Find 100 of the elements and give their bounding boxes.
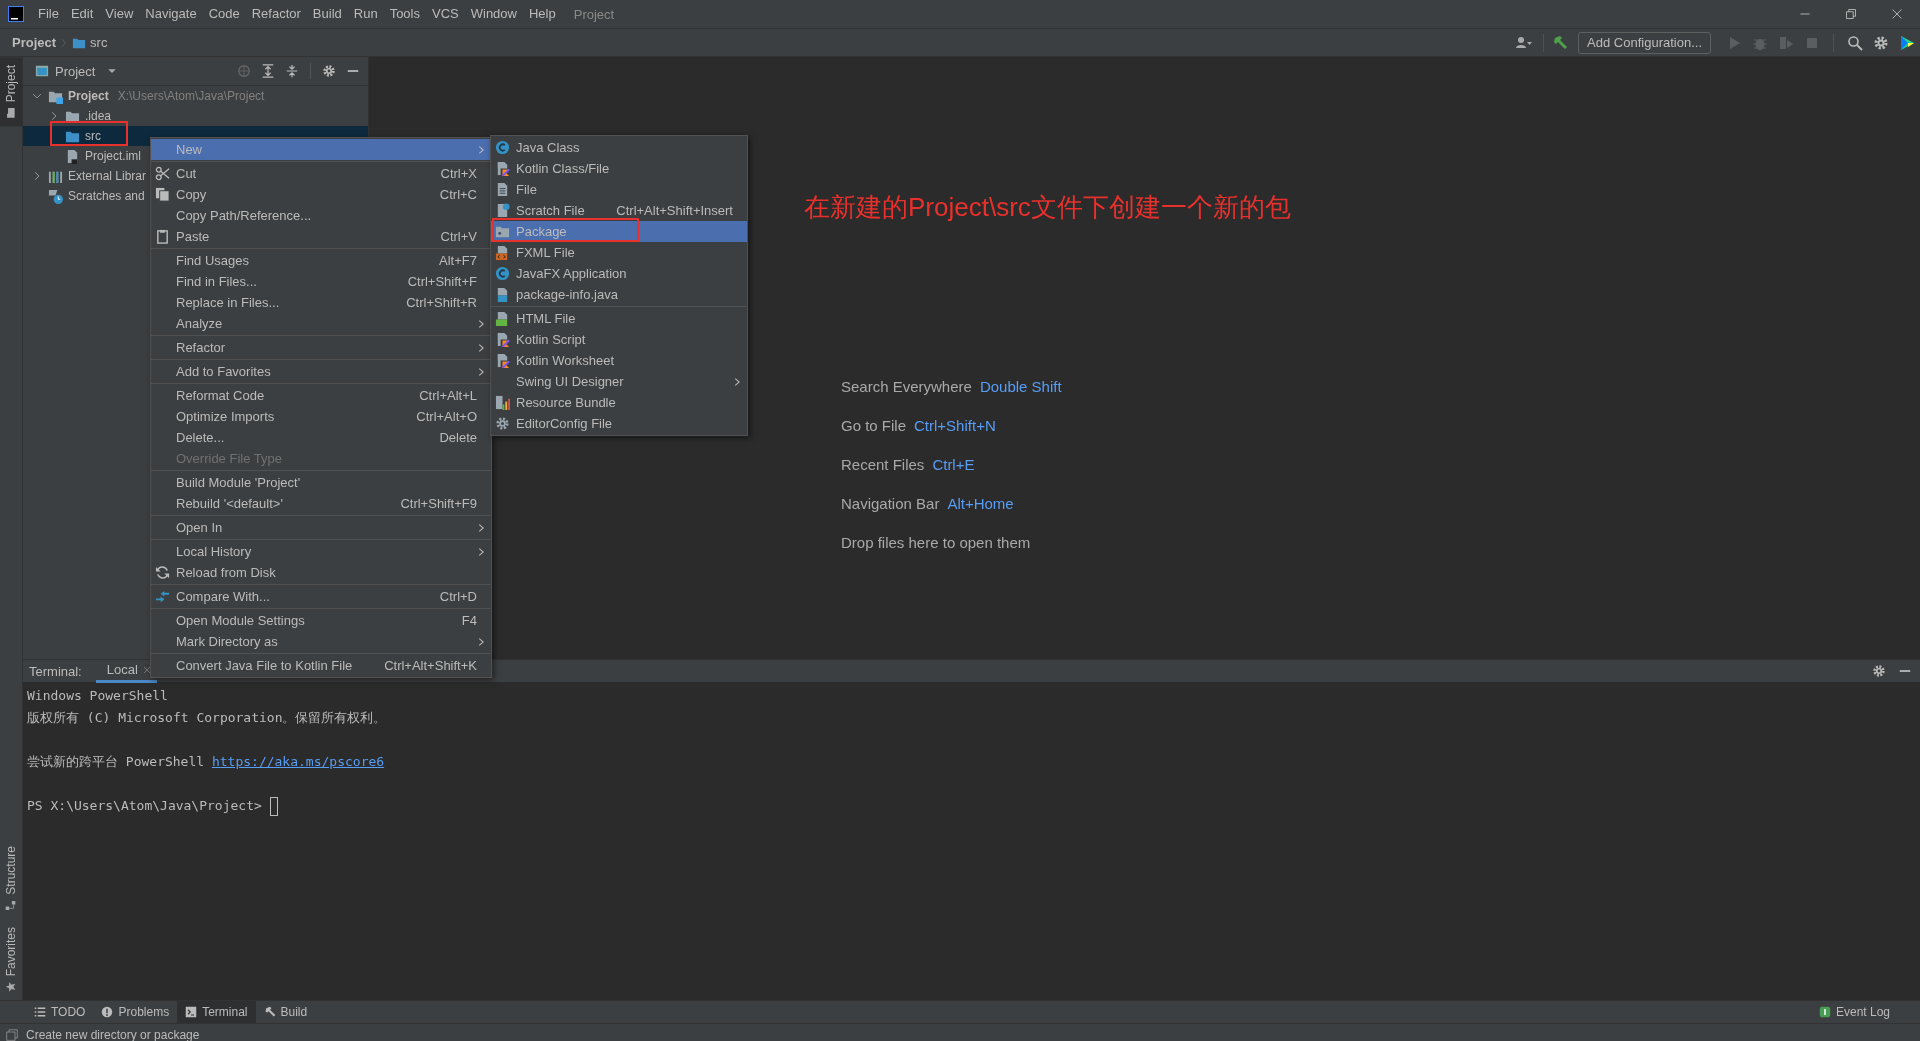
menu-bar-item[interactable]: Window [464,4,523,24]
menu-item[interactable]: Analyze [151,313,491,334]
hint-label: Search Everywhere [841,377,972,397]
hint-label: Recent Files [841,455,925,475]
menu-bar-item[interactable]: Refactor [245,4,307,24]
tool-window-toggle-icon[interactable] [6,1028,18,1041]
tree-item[interactable]: Scratches and [68,189,145,203]
annotation-text: 在新建的Project\src文件下创建一个新的包 [804,191,1291,224]
menu-bar-item[interactable]: Code [202,4,246,24]
collapse-all-icon[interactable] [285,64,299,78]
tree-item[interactable]: src [85,129,101,143]
panel-title-dropdown[interactable]: Project [35,63,118,79]
menu-item[interactable]: Build Module 'Project' [151,472,491,493]
compare-icon [155,589,170,604]
copy-icon [155,187,170,202]
menu-item[interactable]: Kotlin Worksheet [491,350,747,371]
menu-bar-item[interactable]: Build [306,4,348,24]
menu-item[interactable]: HTML File [491,308,747,329]
menu-bar-item[interactable]: File [32,4,65,24]
link[interactable]: https://aka.ms/pscore6 [211,751,385,773]
panel-title: Terminal: [29,663,82,679]
hammer-icon[interactable] [1552,34,1569,51]
menu-item[interactable]: Cut Ctrl+X [151,163,491,184]
tree-item[interactable]: External Librar [68,169,147,183]
event-log-icon [1818,1006,1831,1018]
expand-all-icon[interactable] [261,64,275,78]
hint-label: Navigation Bar [841,494,940,514]
menu-item[interactable]: Swing UI Designer [491,371,747,392]
terminal-line: Windows PowerShell [27,687,169,705]
menu-item[interactable]: Local History [151,541,491,562]
tree-item[interactable]: Project.iml [85,149,141,163]
menu-item[interactable]: Add to Favorites [151,361,491,382]
menu-item[interactable]: Delete... Delete [151,427,491,448]
kotlin-script-icon [495,353,510,368]
settings-icon[interactable] [1872,664,1886,678]
settings-icon[interactable] [1873,34,1889,51]
menu-item[interactable]: Mark Directory as [151,631,491,652]
tool-window-tab[interactable]: Favorites [0,918,22,1000]
menu-bar-item[interactable]: Help [522,4,562,24]
shortcut-text: Ctrl+Shift+N [914,416,996,436]
close-icon[interactable] [142,665,151,674]
menu-item[interactable]: Kotlin Script [491,329,747,350]
menu-bar-item[interactable]: Navigate [139,4,203,24]
menu-item[interactable]: Java Class [491,137,747,158]
tool-window-button[interactable]: Terminal [177,1001,256,1023]
menu-item[interactable]: Paste Ctrl+V [151,226,491,247]
breadcrumb-item[interactable]: src [90,35,108,50]
menu-bar-item[interactable]: Tools [383,4,426,24]
menu-item[interactable]: Open In [151,517,491,538]
menu-item[interactable]: Compare With... Ctrl+D [151,586,491,607]
tool-window-tab[interactable]: Project [0,57,22,127]
tool-window-button[interactable]: TODO [26,1001,94,1023]
menu-item[interactable]: Refactor [151,337,491,358]
scissors-icon [155,166,170,181]
menu-item[interactable]: Kotlin Class/File [491,158,747,179]
menu-item[interactable]: Find in Files... Ctrl+Shift+F [151,271,491,292]
menu-item[interactable]: File [491,179,747,200]
menu-item[interactable]: Copy Ctrl+C [151,184,491,205]
add-configuration-button[interactable]: Add Configuration... [1578,31,1711,54]
scratches-icon [48,188,63,204]
menu-item[interactable]: Reload from Disk [151,562,491,583]
hint-label: Go to File [841,416,907,436]
breadcrumb-item[interactable]: Project [12,35,57,50]
kotlin-script-icon [495,332,510,347]
menu-item[interactable]: EditorConfig File [491,413,747,434]
event-log-button[interactable]: Event Log [1810,1001,1898,1023]
menu-bar-item[interactable]: Edit [64,4,100,24]
menu-item[interactable]: Reformat Code Ctrl+Alt+L [151,385,491,406]
settings-icon[interactable] [322,64,336,78]
menu-item[interactable]: Optimize Imports Ctrl+Alt+O [151,406,491,427]
menu-item[interactable]: package-info.java [491,284,747,305]
menu-item[interactable]: Find Usages Alt+F7 [151,250,491,271]
menu-item[interactable]: FXML File [491,242,747,263]
tree-item[interactable]: Project [68,89,109,103]
shortcut-text: Double Shift [979,377,1062,397]
menu-item[interactable]: Open Module Settings F4 [151,610,491,631]
tree-item[interactable]: .idea [85,109,112,123]
menu-bar-item[interactable]: VCS [426,4,465,24]
menu-item[interactable]: JavaFX Application [491,263,747,284]
menu-bar-item[interactable]: Run [347,4,384,24]
terminal-line: 尝试新的跨平台 PowerShell https://aka.ms/pscore6 [27,751,1916,773]
plugin-logo-icon[interactable] [1899,34,1915,51]
restore-icon[interactable] [1845,8,1857,20]
search-icon[interactable] [1847,34,1863,51]
tool-window-tab[interactable]: Structure [0,837,22,919]
clipboard-icon [155,229,170,244]
list-icon [34,1006,46,1018]
project-window-icon [35,64,49,78]
html-file-icon [495,311,510,326]
hint-label: Drop files here to open them [841,533,1031,553]
resource-bundle-icon [495,395,510,410]
tool-window-button[interactable]: Build [255,1001,316,1023]
menu-item[interactable]: Rebuild '<default>' Ctrl+Shift+F9 [151,493,491,514]
close-icon[interactable] [1891,8,1903,20]
tool-window-button[interactable]: Problems [93,1001,178,1023]
menu-item[interactable]: Replace in Files... Ctrl+Shift+R [151,292,491,313]
menu-bar-item[interactable]: View [99,4,140,24]
menu-item[interactable]: Copy Path/Reference... [151,205,491,226]
menu-item[interactable]: Scratch File Ctrl+Alt+Shift+Insert [491,200,747,221]
menu-item[interactable]: Resource Bundle [491,392,747,413]
